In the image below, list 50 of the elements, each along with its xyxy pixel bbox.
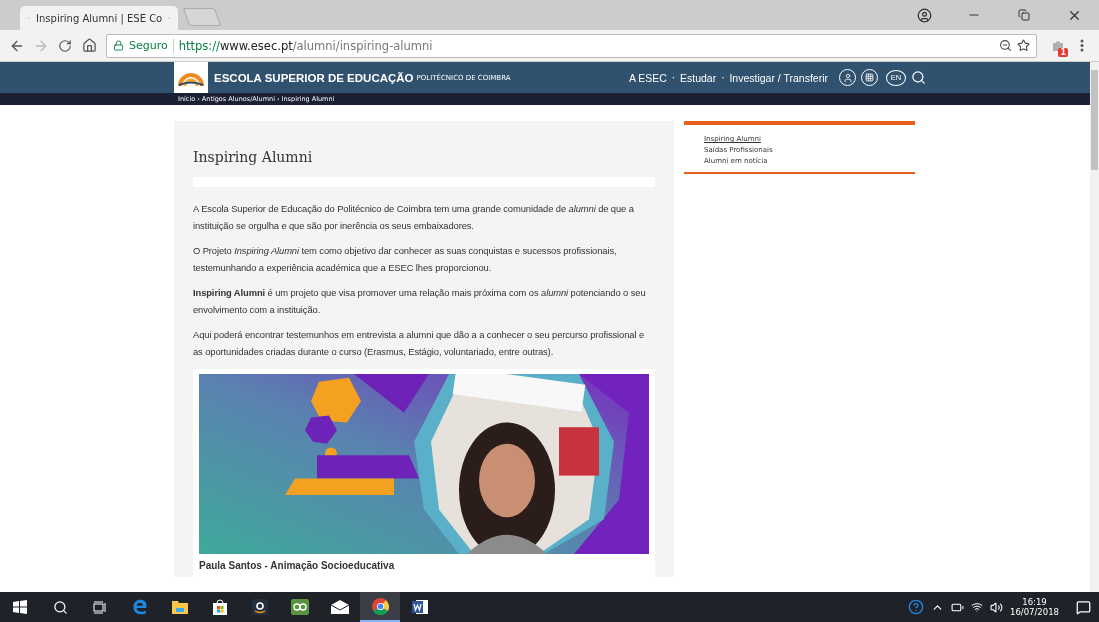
extension-button[interactable]: 1: [1047, 33, 1069, 58]
article-title: Inspiring Alumni: [193, 149, 314, 165]
puzzle-piece-icon: [1051, 38, 1065, 53]
logo-tile[interactable]: [174, 62, 208, 93]
windows-logo-icon: [13, 600, 27, 614]
card-caption: Paula Santos - Animação Socioeducativa: [199, 560, 396, 571]
clock-date: 16/07/2018: [1010, 607, 1059, 617]
browser-tab[interactable]: Inspiring Alumni | ESE Co: [20, 6, 178, 30]
nav-separator: ·: [721, 72, 725, 83]
envelope-icon: [331, 600, 349, 614]
paragraph: A Escola Superior de Educação do Politécnico de Coimbra tem uma grande comunidade de alumni de que a instituição se orgulha e que são por inerência os seus embaixadores.: [193, 202, 635, 233]
paragraph: Inspiring Alumni é um projeto que visa promover uma relação mais próxima com os alumni potenciando o seu envolvimento com a instituição.: [193, 286, 647, 317]
restore-icon: [1018, 9, 1030, 21]
nav-link[interactable]: A ESEC: [628, 71, 667, 84]
clock-time: 16:19: [1022, 597, 1047, 607]
url-text: https://www.esec.pt/alumni/inspiring-alumni: [178, 38, 434, 53]
notification-badge: 1: [1058, 47, 1068, 57]
taskbar-button[interactable]: [360, 592, 400, 622]
browser-e-icon: [132, 599, 148, 615]
lock-icon: [113, 40, 124, 51]
volume-icon[interactable]: [990, 600, 1003, 614]
search-icon: [52, 599, 68, 615]
chrome-logo-icon: [371, 597, 389, 615]
clock[interactable]: 16:19 16/07/2018: [1010, 597, 1059, 617]
scrollbar[interactable]: [1090, 62, 1099, 592]
paragraph: O Projeto Inspiring Alumni tem como objetivo dar conhecer as suas conquistas e sucessos profissionais, testemunhando a experiência académica que a ESEC lhes proporcionou.: [193, 244, 618, 275]
nav-link[interactable]: Estudar: [680, 71, 717, 84]
tab-title: Inspiring Alumni | ESE Co: [36, 12, 163, 24]
user-circle-icon: [916, 7, 932, 23]
nav-link[interactable]: Investigar / Transferir: [729, 71, 828, 84]
reload-icon: [58, 38, 72, 53]
menu-icon: [1080, 39, 1084, 52]
wifi-icon[interactable]: [971, 601, 983, 613]
home-icon: [81, 38, 97, 53]
security-label: Seguro: [129, 39, 168, 52]
zoom-out-icon[interactable]: [999, 39, 1012, 52]
shopping-bag-icon: [212, 599, 228, 615]
paragraph: Aqui poderá encontrar testemunhos em entrevista a alumni que dão a a conhecer o seu percurso profissional e as oportunidades criadas durante o curso (Erasmus, Estágio, voluntariado, entre outras).: [193, 328, 646, 359]
owl-eyes-icon: [291, 599, 309, 615]
folder-icon: [172, 600, 188, 614]
site-title: ESCOLA SUPERIOR DE EDUCAÇÃO: [214, 71, 414, 84]
document-w-icon: [411, 599, 429, 615]
address-bar[interactable]: Seguro https://www.esec.pt/alumni/inspiring-alumni: [106, 33, 1037, 58]
task-view-icon: [93, 600, 107, 614]
alumni-card[interactable]: Paula Santos - Animação Socioeducativa: [193, 369, 655, 577]
nav-separator: ·: [671, 72, 675, 83]
notifications-icon[interactable]: [1076, 599, 1091, 615]
help-icon[interactable]: [908, 599, 924, 615]
search-icon[interactable]: [911, 70, 926, 85]
star-icon[interactable]: [1017, 39, 1030, 52]
